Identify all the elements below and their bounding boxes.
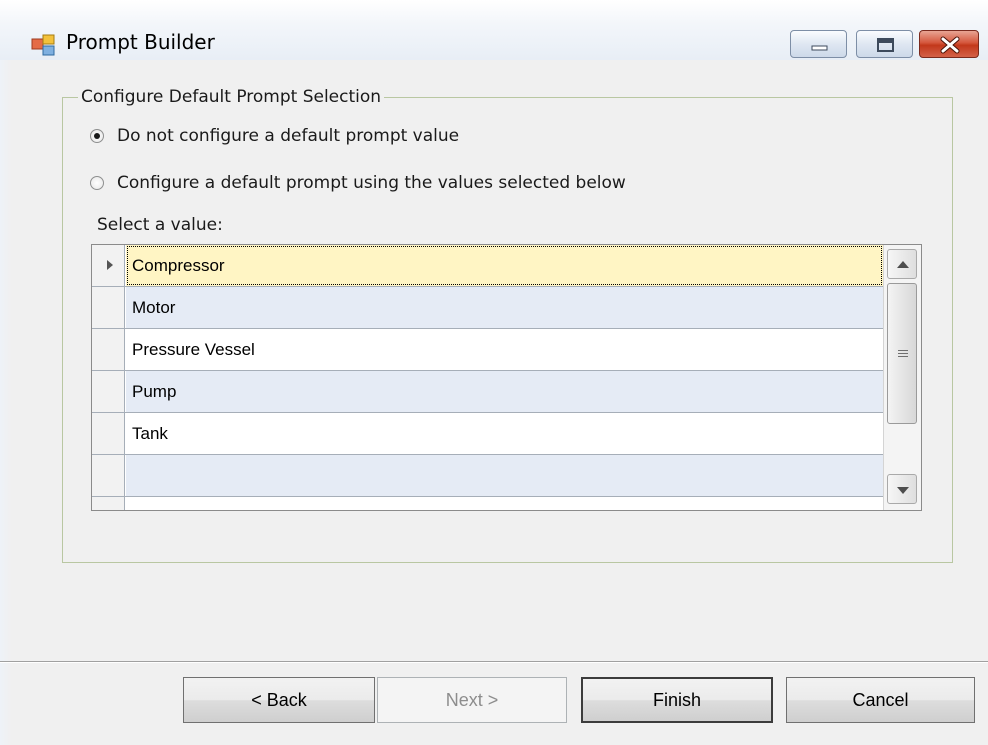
grid-cell[interactable]: Pump <box>126 371 883 412</box>
window-left-edge <box>0 60 12 745</box>
scroll-up-button[interactable] <box>887 249 917 279</box>
grid-row-partial <box>92 497 883 510</box>
scrollbar-thumb[interactable] <box>887 283 917 424</box>
next-button[interactable]: Next > <box>377 677 567 723</box>
grid-row[interactable]: Pump <box>92 371 883 413</box>
grid-cell[interactable]: Compressor <box>126 245 883 286</box>
grid-row[interactable]: Tank <box>92 413 883 455</box>
grid-cell[interactable]: Pressure Vessel <box>126 329 883 370</box>
restore-icon <box>877 38 894 52</box>
minimize-button[interactable] <box>790 30 847 58</box>
grid-row[interactable]: Pressure Vessel <box>92 329 883 371</box>
radio-configure-default[interactable]: Configure a default prompt using the val… <box>90 171 626 195</box>
row-header[interactable] <box>92 245 125 286</box>
row-header[interactable] <box>92 329 125 370</box>
row-header[interactable] <box>92 287 125 328</box>
radio-indicator[interactable] <box>90 176 104 190</box>
back-button[interactable]: < Back <box>183 677 375 723</box>
prompt-builder-window: Prompt Builder Configure Default Prompt … <box>0 0 988 745</box>
radio-label[interactable]: Configure a default prompt using the val… <box>117 173 626 193</box>
row-header[interactable] <box>92 371 125 412</box>
radio-indicator[interactable] <box>90 129 104 143</box>
grid-cell[interactable]: Motor <box>126 287 883 328</box>
groupbox-legend: Configure Default Prompt Selection <box>78 87 385 107</box>
grid-cell[interactable]: Tank <box>126 413 883 454</box>
thumb-grip-icon <box>898 350 908 357</box>
grid-cell[interactable] <box>126 455 883 496</box>
title-bar[interactable]: Prompt Builder <box>0 0 988 60</box>
scroll-down-arrow-icon <box>897 487 909 494</box>
footer-separator <box>0 661 988 663</box>
row-header[interactable] <box>92 455 125 496</box>
restore-button[interactable] <box>856 30 913 58</box>
window-title: Prompt Builder <box>66 30 215 54</box>
scroll-up-arrow-icon <box>897 261 909 268</box>
vertical-scrollbar[interactable] <box>883 245 921 510</box>
row-header <box>92 497 125 510</box>
finish-button[interactable]: Finish <box>581 677 773 723</box>
select-value-label: Select a value: <box>97 215 223 235</box>
close-button[interactable] <box>919 30 979 58</box>
current-row-arrow-icon <box>107 260 113 270</box>
cancel-button[interactable]: Cancel <box>786 677 975 723</box>
grid-row[interactable]: Motor <box>92 287 883 329</box>
grid-row[interactable]: Compressor <box>92 245 883 287</box>
radio-label[interactable]: Do not configure a default prompt value <box>117 126 459 146</box>
grid-new-row[interactable] <box>92 455 883 497</box>
scroll-down-button[interactable] <box>887 474 917 504</box>
radio-do-not-configure[interactable]: Do not configure a default prompt value <box>90 124 459 148</box>
close-icon <box>940 36 960 54</box>
minimize-icon <box>811 45 828 51</box>
values-grid[interactable]: Compressor Motor Pressure Vessel Pump Ta… <box>91 244 922 511</box>
app-icon <box>31 33 57 59</box>
row-header[interactable] <box>92 413 125 454</box>
